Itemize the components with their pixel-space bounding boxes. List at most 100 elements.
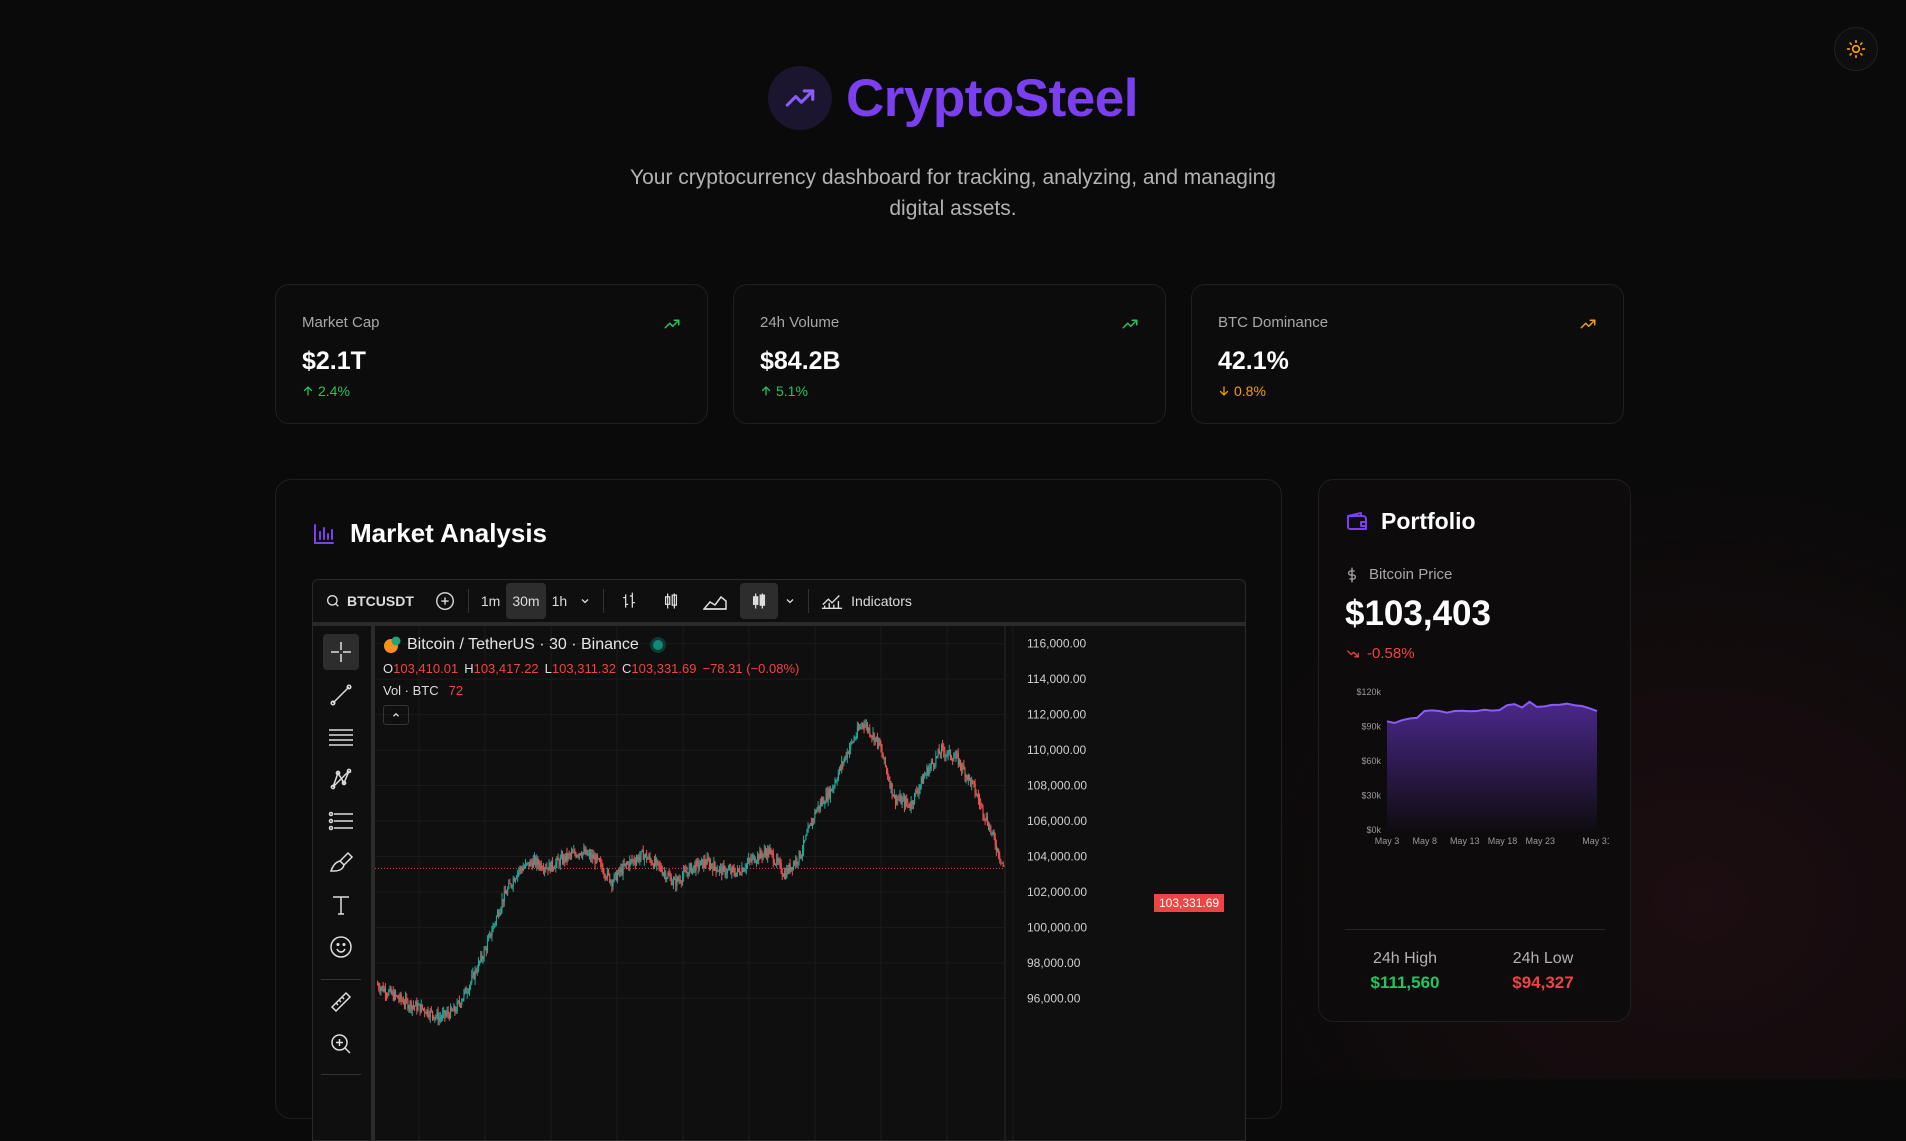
interval-1h[interactable]: 1h [546, 583, 574, 619]
measure-tool[interactable] [323, 984, 359, 1020]
candle-body [942, 745, 944, 747]
candle-body [539, 863, 541, 868]
volume-label: Vol · BTC [383, 683, 439, 698]
candle-body [542, 868, 544, 870]
candle-body [827, 789, 829, 801]
pattern-tool[interactable] [323, 761, 359, 797]
brush-tool[interactable] [323, 845, 359, 881]
tradingview-widget[interactable]: BTCUSDT 1m 30m 1h Indicators 116,000.00 … [312, 579, 1246, 1141]
candle-body [851, 741, 853, 743]
candle-body [945, 754, 947, 756]
candle-body [440, 1017, 441, 1019]
bitcoin-icon [384, 636, 401, 653]
dollar-icon [1348, 567, 1356, 582]
candle-body [916, 790, 918, 793]
candle-body [780, 862, 782, 873]
candle-body [593, 856, 595, 860]
candle-body [719, 867, 721, 871]
bitcoin-price-change: -0.58% [1345, 645, 1415, 662]
candle-body [923, 777, 925, 784]
chart-type-dropdown[interactable] [778, 583, 802, 619]
price-chart[interactable]: 116,000.00 114,000.00 112,000.00 110,000.00… [375, 626, 1245, 1141]
candle-body [812, 818, 814, 826]
bar-style-bars-button[interactable] [610, 583, 648, 619]
candle-body [506, 893, 508, 895]
candle-body [685, 870, 687, 873]
volume-legend: Vol · BTC 72 [383, 683, 463, 698]
candlestick-chart[interactable]: 116,000.00 114,000.00 112,000.00 110,000.00… [375, 626, 1245, 1141]
stat-value: $84.2B [760, 347, 841, 375]
forecast-tool[interactable] [323, 803, 359, 839]
fib-tool[interactable] [323, 719, 359, 755]
candle-body [658, 861, 660, 866]
candle-body [787, 868, 789, 873]
text-tool[interactable] [323, 887, 359, 923]
candle-body [673, 879, 675, 884]
candle-body [607, 870, 609, 878]
candlestick-icon [753, 593, 766, 609]
candle-body [557, 857, 559, 861]
indicators-icon [822, 595, 843, 610]
zoom-tool[interactable] [323, 1026, 359, 1062]
toolbar-divider [808, 589, 810, 613]
candle-body [543, 869, 545, 871]
candle-body [908, 803, 910, 807]
candle-body [741, 868, 743, 875]
candle-body [637, 856, 639, 860]
bar-style-area-button[interactable] [694, 583, 736, 619]
portfolio-card: Portfolio Bitcoin Price $103,403 -0.58% … [1318, 479, 1631, 1022]
y-axis-tick-label: 96,000.00 [1027, 991, 1081, 1005]
candle-body [844, 755, 846, 760]
interval-1m[interactable]: 1m [475, 583, 506, 619]
candle-body [468, 991, 470, 993]
stats-row: Market Cap $2.1T 2.4% 24h Volume $84.2B … [275, 284, 1624, 424]
collapse-legend-button[interactable] [383, 705, 409, 725]
24h-high: 24h High $111,560 [1345, 950, 1465, 993]
candle-body [965, 775, 967, 778]
candle-body [802, 850, 804, 856]
candle-body [414, 1005, 416, 1007]
trend-line-tool[interactable] [323, 677, 359, 713]
crosshair-tool[interactable] [323, 634, 359, 670]
candle-body [761, 854, 763, 858]
candle-body [608, 870, 610, 874]
candle-body [742, 868, 744, 872]
candle-body [820, 802, 822, 809]
x-axis-tick-label: May 3 [1375, 836, 1400, 846]
interval-30m[interactable]: 30m [506, 583, 546, 619]
theme-toggle-button[interactable] [1834, 27, 1878, 71]
candle-body [739, 870, 741, 874]
candle-body [693, 865, 695, 868]
candle-body [1000, 859, 1002, 863]
emoji-tool[interactable] [323, 929, 359, 965]
brand: CryptoSteel [0, 66, 1906, 130]
indicators-button[interactable]: Indicators [815, 583, 918, 619]
compare-button[interactable] [428, 583, 462, 619]
candle-body [976, 795, 978, 797]
candle-body [465, 988, 467, 994]
candle-body [603, 873, 605, 875]
brush-icon [329, 851, 354, 872]
candle-body [674, 879, 676, 881]
candle-body [806, 832, 808, 836]
candle-body [409, 1001, 411, 1008]
candle-body [515, 878, 517, 882]
candle-body [672, 883, 674, 885]
candle-body [670, 877, 672, 885]
candle-body [538, 864, 540, 868]
candle-body [972, 780, 974, 782]
candle-body [999, 856, 1001, 860]
candle-body [873, 733, 875, 742]
candle-body [388, 990, 390, 995]
candle-body [410, 1001, 412, 1010]
candle-body [937, 749, 939, 756]
candle-body [865, 724, 867, 726]
interval-dropdown[interactable] [573, 583, 597, 619]
candle-body [743, 869, 745, 872]
symbol-search[interactable]: BTCUSDT [319, 583, 420, 619]
y-axis-tick-label: $90k [1361, 722, 1381, 732]
bar-style-hollow-button[interactable] [652, 583, 690, 619]
candle-body [441, 1017, 443, 1019]
bar-style-candles-button[interactable] [740, 583, 779, 619]
candle-body [631, 859, 633, 861]
